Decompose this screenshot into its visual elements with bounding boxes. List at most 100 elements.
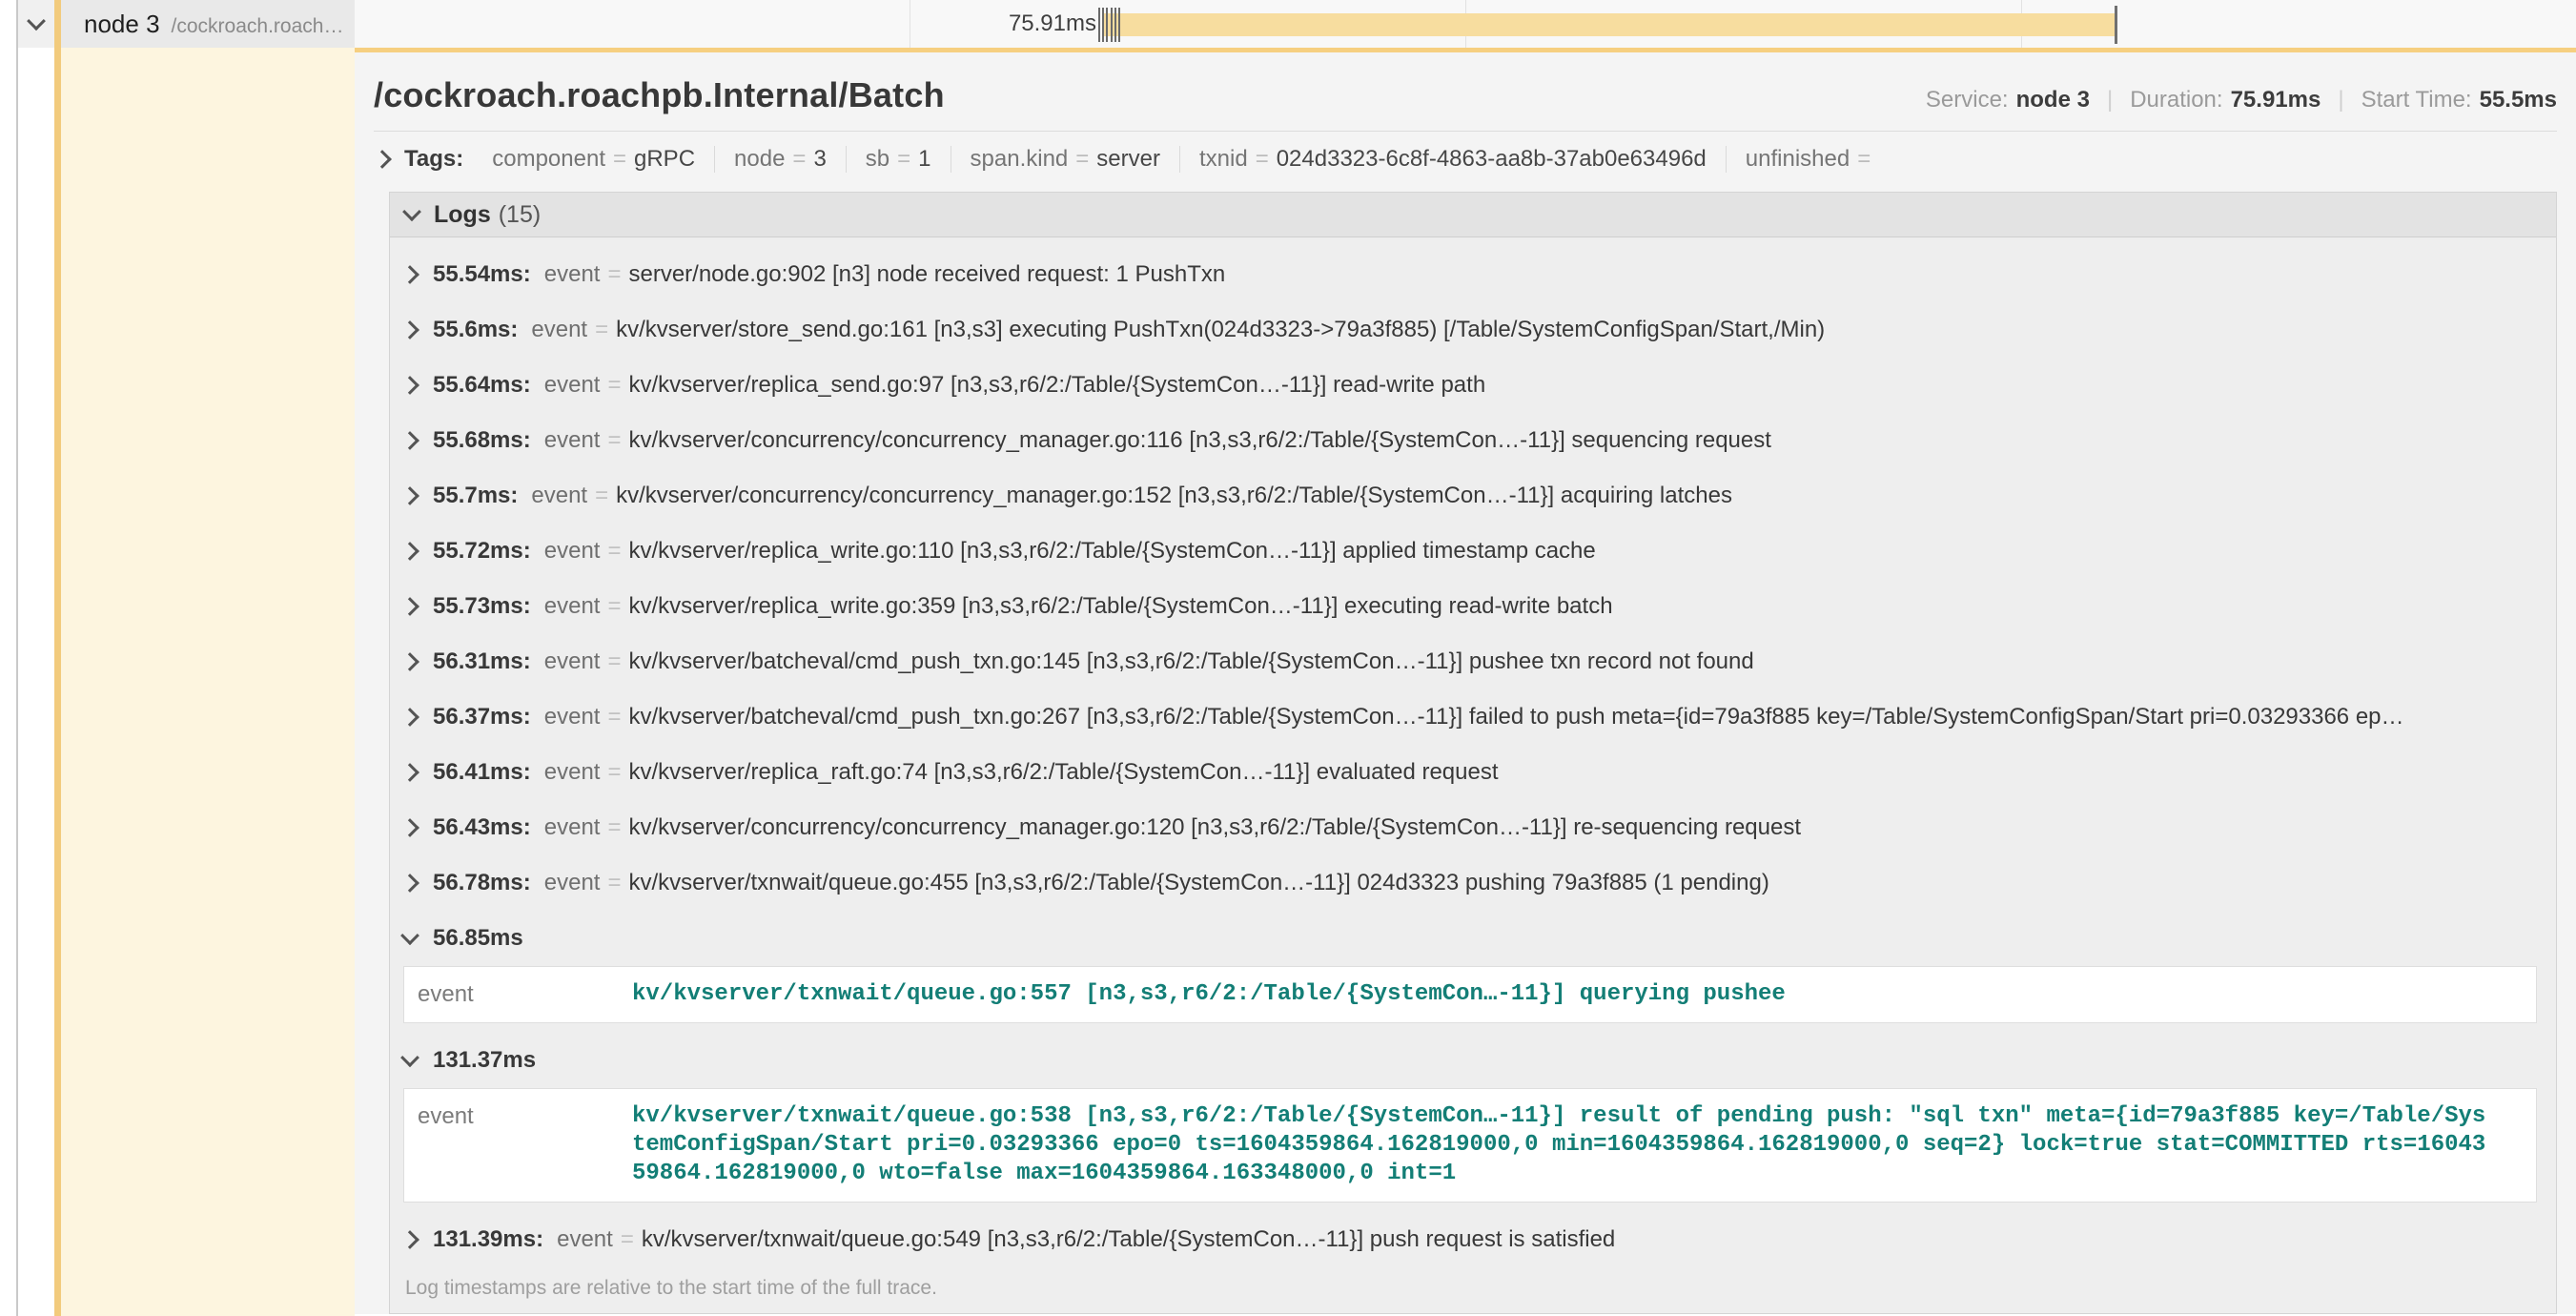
tag-key: txnid [1199,146,1248,172]
log-field-value: kv/kvserver/concurrency/concurrency_mana… [628,814,1801,841]
chevron-right-icon[interactable] [400,708,419,727]
log-field-value: kv/kvserver/replica_write.go:359 [n3,s3,… [628,593,1612,620]
log-marker-tick [1098,8,1100,42]
start-time-value: 55.5ms [2480,87,2557,113]
log-field-name: event [531,483,587,509]
log-timestamp: 56.85ms [433,925,523,952]
chevron-down-icon[interactable] [27,11,46,31]
log-row[interactable]: 56.78ms: event = kv/kvserver/txnwait/que… [390,855,2556,911]
equals-sign: = [595,483,608,509]
chevron-right-icon[interactable] [400,542,419,561]
log-entry-toggle[interactable]: 56.85ms [390,911,2556,966]
chevron-right-icon[interactable] [400,763,419,782]
log-timestamp: 131.39ms: [433,1226,543,1253]
log-row[interactable]: 55.7ms: event = kv/kvserver/concurrency/… [390,468,2556,524]
log-row[interactable]: 56.31ms: event = kv/kvserver/batcheval/c… [390,634,2556,689]
log-timestamp: 55.64ms: [433,372,531,399]
span-end-marker [2115,6,2117,44]
log-row[interactable]: 55.73ms: event = kv/kvserver/replica_wri… [390,579,2556,634]
tag-item: span.kind=server [951,146,1180,173]
log-row[interactable]: 55.72ms: event = kv/kvserver/replica_wri… [390,524,2556,579]
meta-divider: | [2107,87,2113,113]
span-duration-bar[interactable] [1104,13,2115,36]
tree-indent-line [16,0,18,1316]
logs-count: (15) [499,201,541,229]
log-field-name: event [531,317,587,343]
tags-toggle[interactable]: Tags: component=gRPC node=3 sb=1 span.ki… [374,132,2557,184]
log-timestamp: 56.31ms: [433,648,531,675]
chevron-right-icon[interactable] [400,1230,419,1249]
log-row[interactable]: 131.39ms: event = kv/kvserver/txnwait/qu… [390,1212,2556,1267]
log-timestamp: 56.41ms: [433,759,531,786]
span-name-cell[interactable]: node 3/cockroach.roach… [61,0,355,48]
duration-value: 75.91ms [2231,87,2321,113]
chevron-right-icon[interactable] [400,874,419,893]
logs-section: Logs (15) 55.54ms: event = server/node.g… [389,192,2557,1314]
log-row[interactable]: 55.68ms: event = kv/kvserver/concurrency… [390,413,2556,468]
log-field-value: kv/kvserver/txnwait/queue.go:549 [n3,s3,… [642,1226,1615,1253]
equals-sign: = [607,814,621,841]
logs-header-toggle[interactable]: Logs (15) [390,193,2556,237]
log-row[interactable]: 56.37ms: event = kv/kvserver/batcheval/c… [390,689,2556,745]
tag-key: node [734,146,785,172]
log-field-name: event [544,427,601,454]
log-rows: 55.54ms: event = server/node.go:902 [n3]… [390,237,2556,911]
equals-sign: = [607,261,621,288]
log-field-value: kv/kvserver/concurrency/concurrency_mana… [628,427,1770,454]
chevron-down-icon[interactable] [400,1048,419,1067]
log-field-value: server/node.go:902 [n3] node received re… [628,261,1225,288]
span-meta: Service:node 3|Duration:75.91ms|Start Ti… [1926,87,2557,113]
chevron-right-icon[interactable] [373,150,392,169]
span-timeline[interactable]: 75.91ms [355,0,2576,48]
chevron-down-icon[interactable] [402,202,421,221]
log-field-name: event [544,704,601,730]
span-duration-label: 75.91ms [858,0,1096,48]
log-field-value: kv/kvserver/batcheval/cmd_push_txn.go:26… [628,704,2403,730]
log-row[interactable]: 55.54ms: event = server/node.go:902 [n3]… [390,247,2556,302]
service-label: Service: [1926,87,2009,113]
log-row[interactable]: 56.41ms: event = kv/kvserver/replica_raf… [390,745,2556,800]
tag-value: server [1096,146,1160,172]
log-timestamp: 55.68ms: [433,427,531,454]
tag-item: component=gRPC [473,146,715,173]
chevron-right-icon[interactable] [400,597,419,616]
equals-sign: = [607,538,621,565]
log-entry-expanded: 131.37ms event kv/kvserver/txnwait/queue… [390,1033,2556,1203]
tag-value: gRPC [634,146,695,172]
log-field-value: kv/kvserver/txnwait/queue.go:557 [n3,s3,… [632,980,2491,1009]
tag-key: component [492,146,605,172]
tag-item: sb=1 [847,146,951,173]
chevron-right-icon[interactable] [400,652,419,671]
log-marker-tick [1106,8,1108,42]
chevron-right-icon[interactable] [400,320,419,339]
tag-value: 3 [813,146,826,172]
log-field-value: kv/kvserver/replica_send.go:97 [n3,s3,r6… [628,372,1485,399]
log-field-name: event [544,538,601,565]
log-marker-tick [1102,8,1104,42]
equals-sign: = [607,372,621,399]
span-row[interactable]: node 3/cockroach.roach… 75.91ms [0,0,2576,48]
log-row[interactable]: 56.43ms: event = kv/kvserver/concurrency… [390,800,2556,855]
log-row[interactable]: 55.64ms: event = kv/kvserver/replica_sen… [390,358,2556,413]
chevron-right-icon[interactable] [400,265,419,284]
log-marker-tick [1118,8,1120,42]
service-value: node 3 [2016,87,2090,113]
log-field-name: event [557,1226,613,1253]
log-field-value: kv/kvserver/store_send.go:161 [n3,s3] ex… [616,317,1825,343]
span-collapse-control[interactable] [18,0,54,48]
chevron-right-icon[interactable] [400,818,419,837]
log-timestamp: 131.37ms [433,1047,536,1074]
equals-sign: = [1075,146,1089,172]
tags-label: Tags: [404,146,463,173]
log-timestamp: 56.37ms: [433,704,531,730]
chevron-right-icon[interactable] [400,376,419,395]
log-timestamp: 55.7ms: [433,483,518,509]
chevron-down-icon[interactable] [400,926,419,945]
chevron-right-icon[interactable] [400,486,419,505]
log-entry-toggle[interactable]: 131.37ms [390,1033,2556,1088]
log-row[interactable]: 55.6ms: event = kv/kvserver/store_send.g… [390,302,2556,358]
chevron-right-icon[interactable] [400,431,419,450]
meta-divider: | [2338,87,2343,113]
log-field-name: event [544,372,601,399]
trace-timeline-view: node 3/cockroach.roach… 75.91ms /cockroa… [0,0,2576,1316]
